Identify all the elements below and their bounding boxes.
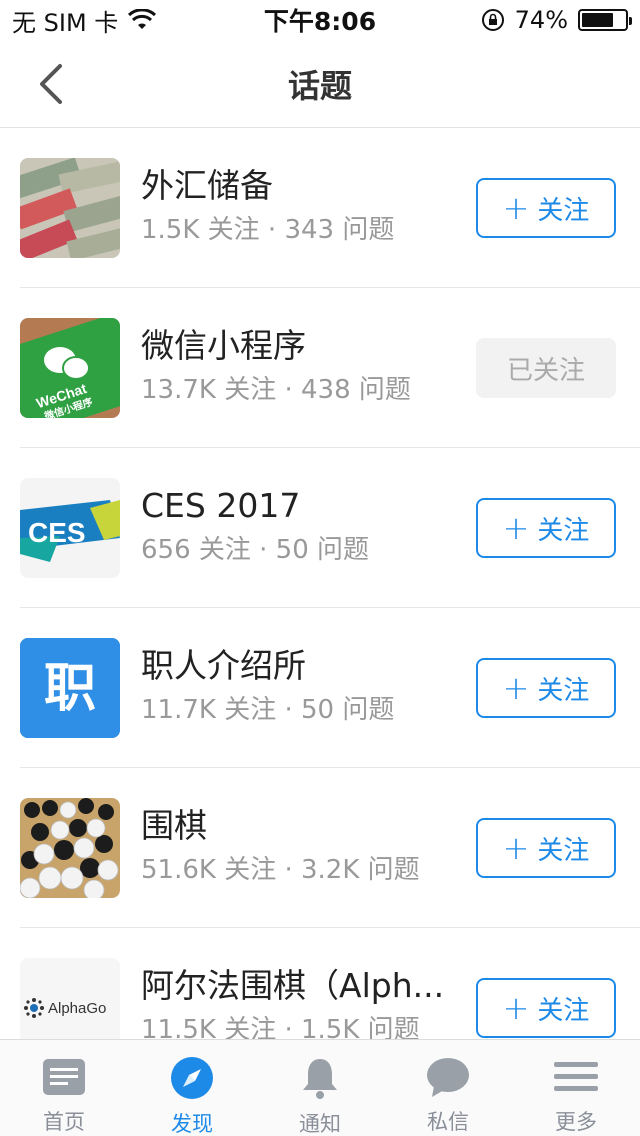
topic-thumbnail-alphago: AlphaGo [20,958,120,1039]
tab-label: 首页 [43,1110,85,1134]
rotation-lock-icon [481,9,504,31]
topic-row[interactable]: 围棋 51.6K 关注 · 3.2K 问题 + 关注 [0,768,640,928]
follow-button[interactable]: + 关注 [476,818,616,878]
topic-info: 微信小程序 13.7K 关注 · 438 问题 [141,324,461,408]
tab-home[interactable]: 首页 [0,1040,128,1136]
tab-label: 通知 [299,1112,341,1136]
topic-name[interactable]: 外汇储备 [141,164,461,208]
battery-tip [629,17,632,25]
topic-info: 围棋 51.6K 关注 · 3.2K 问题 [141,804,461,888]
tab-label: 发现 [171,1112,213,1136]
topic-name[interactable]: 阿尔法围棋（Alph... [141,964,461,1008]
topic-meta: 11.7K 关注 · 50 问题 [141,695,395,725]
topic-row[interactable]: WeChat 微信小程序 微信小程序 13.7K 关注 · 438 问题 已关注 [0,288,640,448]
battery-fill [582,13,614,27]
status-left: 无 SIM 卡 [12,3,157,38]
follow-button-label: 关注 [537,835,590,866]
follow-button-label: 关注 [537,995,590,1026]
bell-icon [298,1056,342,1100]
topic-info: 外汇储备 1.5K 关注 · 343 问题 [141,164,461,248]
follow-button[interactable]: + 关注 [476,178,616,238]
topic-name[interactable]: 微信小程序 [141,324,461,368]
topic-meta: 51.6K 关注 · 3.2K 问题 [141,855,420,885]
topic-row[interactable]: AlphaGo 阿尔法围棋（Alph... 11.5K 关注 · 1.5K 问题… [0,928,640,1039]
zhiren-thumb-text: 职 [44,658,96,719]
tab-notifications[interactable]: 通知 [256,1040,384,1136]
follow-button[interactable]: + 关注 [476,498,616,558]
topic-thumbnail-wechat: WeChat 微信小程序 [20,318,120,418]
topic-name[interactable]: CES 2017 [141,484,461,528]
topic-thumbnail-zhiren: 职 [20,638,120,738]
tab-messages[interactable]: 私信 [384,1040,512,1136]
topic-thumbnail-ces: CES [20,478,120,578]
wifi-icon [128,9,157,29]
page-title: 话题 [287,66,352,105]
status-bar: 无 SIM 卡 下午8:06 74% [0,0,640,40]
plus-icon: + [502,509,530,547]
follow-button[interactable]: + 关注 [476,978,616,1038]
tab-bar: 首页 发现 通知 私信 更多 [0,1039,640,1136]
topic-info: 职人介绍所 11.7K 关注 · 50 问题 [141,644,461,728]
tab-label: 更多 [555,1110,597,1134]
ces-thumb-text: CES [28,517,86,548]
topic-info: 阿尔法围棋（Alph... 11.5K 关注 · 1.5K 问题 [141,964,461,1039]
follow-button-label: 关注 [537,515,590,546]
topic-meta: 656 关注 · 50 问题 [141,535,370,565]
home-feed-icon [42,1056,86,1098]
topic-meta: 13.7K 关注 · 438 问题 [141,375,411,405]
follow-button[interactable]: + 关注 [476,658,616,718]
battery-percent: 74% [514,6,568,34]
back-button[interactable] [30,62,70,106]
tab-label: 私信 [427,1110,469,1134]
topic-thumbnail-go [20,798,120,898]
tab-more[interactable]: 更多 [512,1040,640,1136]
followed-button[interactable]: 已关注 [476,338,616,398]
topic-meta: 11.5K 关注 · 1.5K 问题 [141,1015,420,1039]
battery-icon [578,9,632,31]
chevron-left-icon [40,64,62,104]
chat-bubble-icon [426,1056,470,1098]
follow-button-label: 关注 [537,195,590,226]
plus-icon: + [502,669,530,707]
topic-row[interactable]: 职 职人介绍所 11.7K 关注 · 50 问题 + 关注 [0,608,640,768]
topic-name[interactable]: 围棋 [141,804,461,848]
plus-icon: + [502,189,530,227]
tab-discover[interactable]: 发现 [128,1040,256,1136]
plus-icon: + [502,829,530,867]
topic-row[interactable]: CES CES 2017 656 关注 · 50 问题 + 关注 [0,448,640,608]
nav-bar: 话题 [0,40,640,128]
follow-button-label: 已关注 [506,355,585,386]
compass-icon [170,1056,214,1100]
topic-name[interactable]: 职人介绍所 [141,644,461,688]
topic-list[interactable]: 外汇储备 1.5K 关注 · 343 问题 + 关注 WeChat 微信小程序 … [0,128,640,1039]
plus-icon: + [502,989,530,1027]
topic-row[interactable]: 外汇储备 1.5K 关注 · 343 问题 + 关注 [0,128,640,288]
topic-meta: 1.5K 关注 · 343 问题 [141,215,395,245]
follow-button-label: 关注 [537,675,590,706]
status-right: 74% [481,6,632,34]
topic-info: CES 2017 656 关注 · 50 问题 [141,484,461,568]
alphago-thumb-text: AlphaGo [48,1000,106,1017]
topic-thumbnail-forex [20,158,120,258]
menu-icon [554,1056,598,1098]
carrier-label: 无 SIM 卡 [12,8,119,37]
